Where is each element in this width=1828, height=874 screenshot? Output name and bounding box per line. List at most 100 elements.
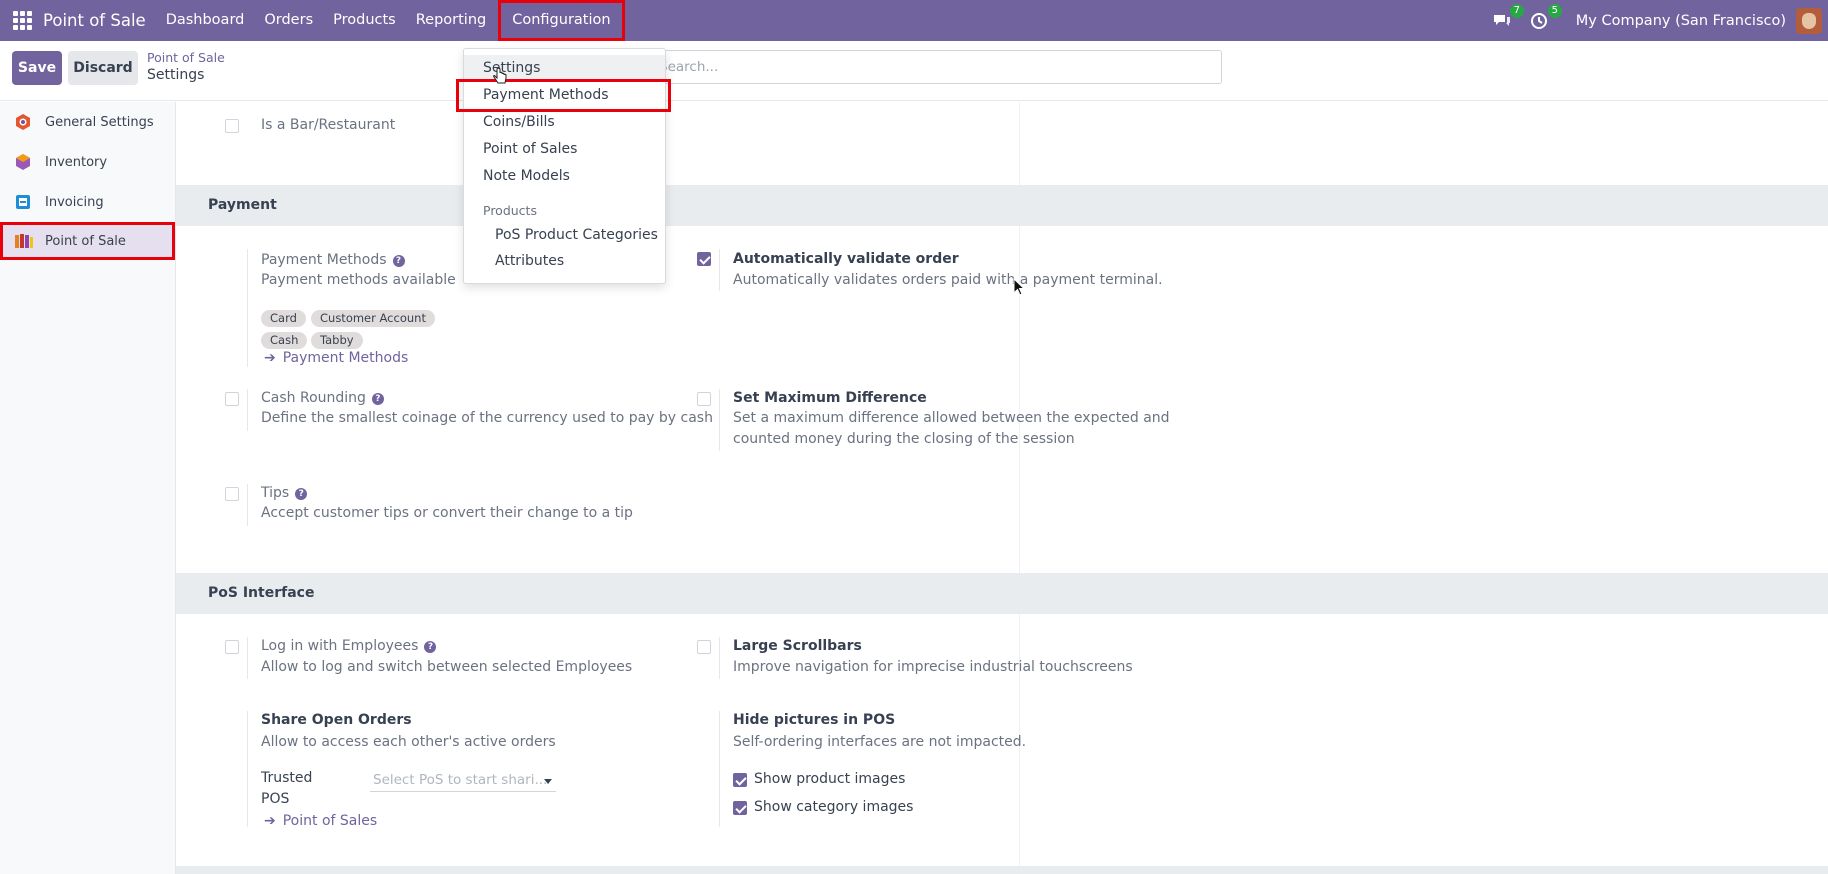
user-avatar[interactable] (1796, 7, 1822, 34)
show-product-images-label: Show product images (754, 771, 906, 787)
setting-divider (247, 484, 248, 526)
menu-configuration[interactable]: Configuration (498, 0, 625, 41)
messages-badge: 7 (1509, 3, 1524, 18)
show-product-images-checkbox[interactable] (733, 773, 747, 787)
activities-clock-icon[interactable]: 5 (1530, 3, 1562, 30)
save-button[interactable]: Save (12, 51, 62, 85)
login-employees-label: Log in with Employees? (261, 638, 437, 654)
control-panel: Save Discard Point of Sale Settings Sear… (0, 41, 1828, 101)
trusted-pos-label-2: POS (261, 791, 290, 807)
show-category-images-label: Show category images (754, 799, 914, 815)
cash-rounding-desc: Define the smallest coinage of the curre… (261, 410, 713, 426)
section-title: Payment (208, 197, 277, 213)
menu-orders[interactable]: Orders (254, 0, 323, 41)
cash-rounding-checkbox[interactable] (225, 392, 239, 406)
max-difference-desc-2: counted money during the closing of the … (733, 431, 1075, 447)
chevron-down-icon (544, 779, 552, 784)
point-of-sales-link[interactable]: ➔ Point of Sales (264, 813, 377, 829)
arrow-right-icon: ➔ (264, 350, 276, 366)
sidebar-item-label: Point of Sale (45, 233, 126, 249)
help-icon[interactable]: ? (392, 255, 405, 267)
large-scrollbars-label: Large Scrollbars (733, 638, 862, 654)
payment-methods-desc: Payment methods available (261, 272, 456, 288)
section-pos-interface: PoS Interface (176, 573, 1828, 614)
menu-dashboard[interactable]: Dashboard (156, 0, 255, 41)
sidebar-item-label: Invoicing (45, 194, 104, 210)
login-employees-checkbox[interactable] (225, 640, 239, 654)
sidebar-item-inventory[interactable]: Inventory (0, 143, 176, 181)
dropdown-section-products: Products (483, 203, 537, 218)
sidebar-item-general-settings[interactable]: General Settings (0, 103, 176, 141)
select-placeholder: Select PoS to start shari... (373, 772, 548, 788)
dropdown-item-pos-product-categories[interactable]: PoS Product Categories (464, 222, 665, 248)
breadcrumb-parent[interactable]: Point of Sale (147, 50, 225, 65)
setting-divider (247, 249, 248, 367)
point-of-sale-icon (14, 232, 33, 250)
mouse-pointer-icon (1013, 278, 1025, 296)
tips-label: Tips? (261, 485, 308, 501)
breadcrumb-current: Settings (147, 67, 205, 83)
tag-card[interactable]: Card (261, 310, 306, 327)
inventory-icon (14, 153, 32, 171)
dropdown-item-attributes[interactable]: Attributes (464, 248, 665, 274)
apps-menu-icon[interactable] (13, 10, 33, 31)
setting-divider (719, 711, 720, 827)
setting-divider (719, 389, 720, 451)
payment-methods-link[interactable]: ➔ Payment Methods (264, 350, 408, 366)
cash-rounding-label: Cash Rounding? (261, 390, 384, 406)
tag-customer-account[interactable]: Customer Account (311, 310, 435, 327)
help-icon[interactable]: ? (371, 393, 384, 405)
search-input[interactable]: Search... (650, 50, 1222, 84)
payment-methods-highlight (456, 79, 671, 112)
general-settings-icon (14, 113, 32, 131)
bar-restaurant-checkbox[interactable] (225, 119, 239, 133)
tag-cash[interactable]: Cash (261, 332, 308, 349)
hide-pictures-label: Hide pictures in POS (733, 712, 896, 728)
activities-badge: 5 (1547, 3, 1562, 18)
discard-button[interactable]: Discard (68, 51, 138, 85)
setting-divider (719, 637, 720, 679)
max-difference-label: Set Maximum Difference (733, 390, 927, 406)
section-next (176, 866, 1828, 874)
auto-validate-label: Automatically validate order (733, 251, 959, 267)
arrow-right-icon: ➔ (264, 813, 276, 829)
hide-pictures-desc: Self-ordering interfaces are not impacte… (733, 734, 1027, 750)
top-navbar: Point of Sale Dashboard Orders Products … (0, 0, 1828, 41)
tips-checkbox[interactable] (225, 487, 239, 501)
setting-divider (247, 389, 248, 431)
trusted-pos-label-1: Trusted (261, 770, 313, 786)
max-difference-desc-1: Set a maximum difference allowed between… (733, 410, 1170, 426)
search-placeholder: Search... (659, 59, 719, 75)
bar-restaurant-label: Is a Bar/Restaurant (261, 117, 396, 133)
show-category-images-checkbox[interactable] (733, 801, 747, 815)
auto-validate-checkbox[interactable] (697, 252, 711, 266)
help-icon[interactable]: ? (424, 641, 437, 653)
menu-products[interactable]: Products (323, 0, 406, 41)
company-switcher[interactable]: My Company (San Francisco) (1576, 13, 1786, 29)
sidebar-item-point-of-sale[interactable]: Point of Sale (0, 222, 175, 260)
section-title: PoS Interface (208, 585, 315, 601)
tips-desc: Accept customer tips or convert their ch… (261, 505, 633, 521)
sidebar-item-label: Inventory (45, 154, 108, 170)
auto-validate-desc: Automatically validates orders paid with… (733, 272, 1163, 288)
dropdown-item-coins-bills[interactable]: Coins/Bills (464, 109, 665, 135)
large-scrollbars-desc: Improve navigation for imprecise industr… (733, 659, 1133, 675)
dropdown-item-point-of-sales[interactable]: Point of Sales (464, 136, 665, 162)
section-payment: Payment (176, 185, 1828, 226)
tag-tabby[interactable]: Tabby (311, 332, 363, 349)
dropdown-item-note-models[interactable]: Note Models (464, 163, 665, 189)
help-icon[interactable]: ? (295, 488, 308, 500)
trusted-pos-select[interactable]: Select PoS to start shari... (370, 770, 556, 792)
payment-methods-label: Payment Methods? (261, 252, 405, 268)
setting-divider (719, 249, 720, 291)
setting-divider (247, 711, 248, 827)
messages-icon[interactable]: 7 (1492, 3, 1524, 30)
hand-cursor-icon (493, 68, 507, 84)
large-scrollbars-checkbox[interactable] (697, 640, 711, 654)
sidebar-item-invoicing[interactable]: Invoicing (0, 183, 176, 221)
max-difference-checkbox[interactable] (697, 392, 711, 406)
setting-divider (247, 637, 248, 679)
share-orders-desc: Allow to access each other's active orde… (261, 734, 556, 750)
menu-reporting[interactable]: Reporting (406, 0, 497, 41)
app-brand[interactable]: Point of Sale (43, 11, 146, 30)
